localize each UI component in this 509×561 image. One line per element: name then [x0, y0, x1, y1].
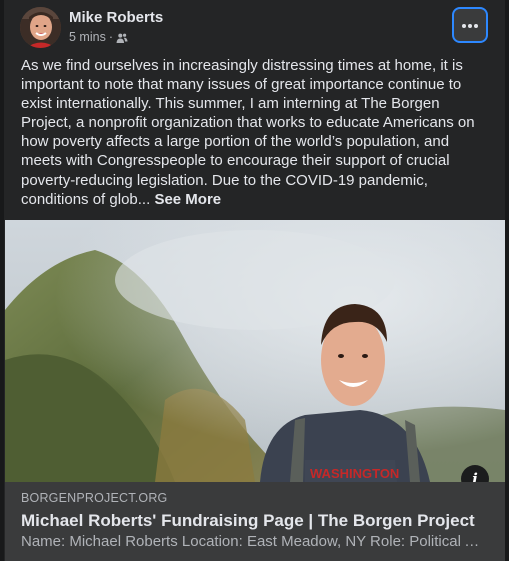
post-text: As we find ourselves in increasingly dis…	[21, 56, 491, 209]
post-timestamp[interactable]: 5 mins	[69, 30, 106, 45]
link-domain: BORGENPROJECT.ORG	[21, 491, 168, 505]
see-more-link[interactable]: See More	[154, 191, 221, 208]
post-meta: 5 mins ·	[69, 30, 128, 45]
ellipsis-icon	[461, 16, 479, 34]
post-header: Mike Roberts 5 mins ·	[4, 0, 505, 52]
avatar[interactable]	[20, 7, 61, 48]
author-name[interactable]: Mike Roberts	[69, 9, 163, 27]
svg-text:WASHINGTON: WASHINGTON	[310, 466, 399, 481]
link-preview[interactable]: BORGENPROJECT.ORG Michael Roberts' Fundr…	[5, 482, 505, 561]
post-options-button[interactable]	[452, 7, 488, 43]
feed-post: Mike Roberts 5 mins · As we find ourselv…	[4, 0, 505, 561]
friends-icon[interactable]	[116, 32, 128, 44]
link-preview-image[interactable]: WASHINGTON	[5, 220, 505, 482]
link-description: Name: Michael Roberts Location: East Mea…	[21, 533, 481, 550]
link-title: Michael Roberts' Fundraising Page | The …	[21, 511, 475, 530]
meta-separator: ·	[108, 30, 113, 44]
post-body: As we find ourselves in increasingly dis…	[21, 57, 475, 208]
